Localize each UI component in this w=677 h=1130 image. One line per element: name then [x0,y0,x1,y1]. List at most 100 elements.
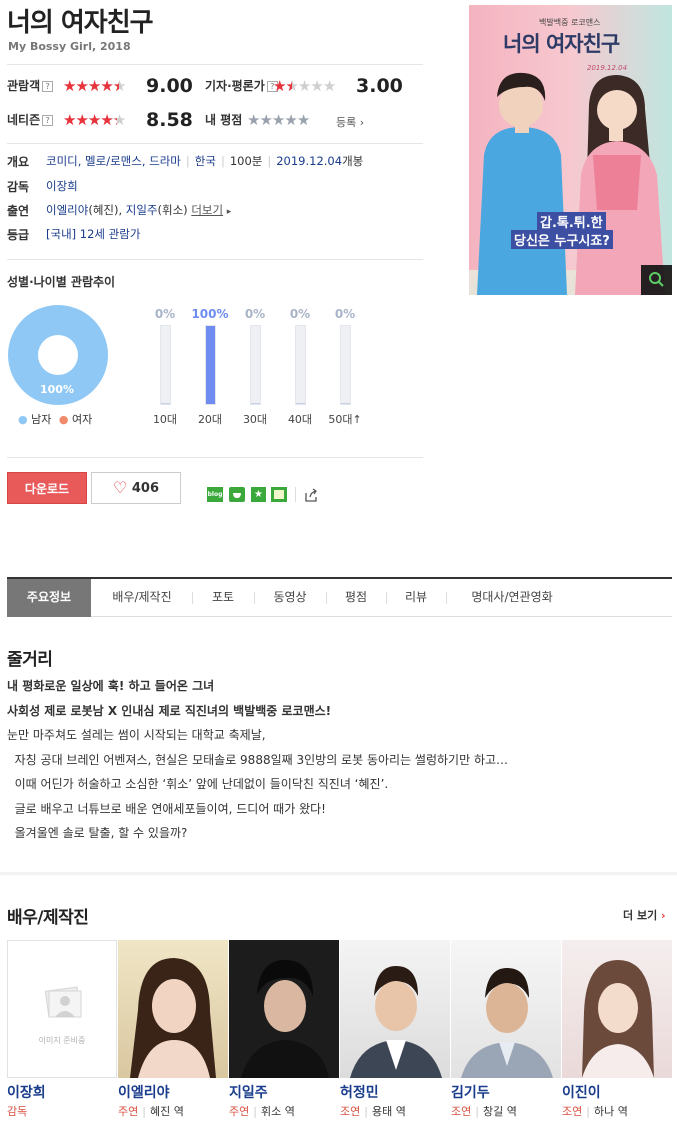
register-rating-link[interactable]: 등록 › [336,114,364,130]
cast-link[interactable]: 지일주 [126,203,158,217]
star-icon: ★★ [112,111,126,129]
synopsis-line: 올겨울엔 솔로 탈출, 할 수 있을까? [7,826,188,840]
placeholder-text: 이미지 준비중 [38,1036,86,1045]
star-icon: ★★ [63,111,76,129]
synopsis-heading: 줄거리 [7,650,53,670]
tab-photo[interactable]: 포토 [193,579,253,617]
star-fill: ★ [87,77,101,95]
tab-rating[interactable]: 평점 [327,579,385,617]
crew-role: 주연 [118,1105,139,1118]
crew-card[interactable]: 이엘리야 주연 | 혜진 역 [118,940,228,1119]
crew-name[interactable]: 이엘리야 [118,1082,228,1102]
help-icon[interactable]: ? [42,81,54,92]
country-link[interactable]: 한국 [195,154,216,168]
crew-card[interactable]: 김기두 조연 | 창길 역 [451,940,561,1119]
divider [7,259,423,260]
crew-name[interactable]: 김기두 [451,1082,561,1102]
star-fill: ★ [285,77,291,95]
caret-right-icon: ▸ [226,207,232,217]
help-icon[interactable]: ? [42,115,54,126]
crew-role-line: 조연 | 하나 역 [562,1105,628,1118]
tab-quotes-related[interactable]: 명대사/연관영화 [447,579,577,617]
star-fill: ★ [63,77,76,95]
genre-link[interactable]: 코미디, 멜로/로맨스, 드라마 [46,154,181,168]
star-icon: ★★ [75,77,88,95]
crew-name[interactable]: 이진이 [562,1082,672,1102]
star-icon[interactable]: ★ [284,111,297,129]
blog-icon[interactable]: blog [207,487,223,502]
crew-role: 조연 [451,1105,472,1118]
cafe-icon[interactable] [229,487,245,502]
age-bar-track [250,325,261,405]
star-icon[interactable]: ★ [272,111,285,129]
share-icon[interactable] [303,487,319,503]
crew-character: 용태 역 [371,1105,406,1118]
crew-role: 조연 [562,1105,583,1118]
star-icon[interactable]: ★ [247,111,260,129]
crew-role-line: 주연 | 혜진 역 [118,1105,184,1118]
runtime: 100분 [229,154,263,168]
tab-cast-crew[interactable]: 배우/제작진 [93,579,191,617]
demographics-title: 성별·나이별 관람추이 [7,275,116,289]
poster-zoom-button[interactable] [641,265,672,295]
synopsis-line: 이때 어딘가 허술하고 소심한 ‘휘소’ 앞에 난데없이 들이닥친 직진녀 ‘혜… [7,777,389,791]
rating-label: 관람객 [7,79,41,93]
crew-photo [229,940,339,1078]
square-shape [274,490,284,499]
star-icon: ★★ [63,77,76,95]
crew-card[interactable]: 허정민 조연 | 용태 역 [340,940,450,1119]
bookmark-icon[interactable]: ★ [251,487,266,502]
like-button[interactable]: ♡ 406 [91,472,181,504]
age-label: 30대 [242,413,268,426]
crew-more-label: 더 보기 [623,909,658,922]
age-percent-label: 100% [191,307,229,321]
star-fill: ★ [63,111,76,129]
me2day-icon[interactable] [271,487,287,502]
divider [7,143,423,144]
legend-male: 남자 [31,413,52,426]
star-icon: ★ [310,77,323,95]
director-label: 감독 [7,180,30,194]
star-icon: ★★ [285,77,298,95]
poster-date: 2019.12.04 [587,64,628,72]
star-icon[interactable]: ★ [259,111,272,129]
star-fill: ★ [273,77,286,95]
cast-more-link[interactable]: 더보기 [191,203,223,217]
cast-link[interactable]: 이엘리야 [46,203,88,217]
movie-subtitle: My Bossy Girl, 2018 [8,40,131,53]
tab-review[interactable]: 리뷰 [387,579,445,617]
crew-role: 감독 [7,1105,28,1118]
crew-name[interactable]: 허정민 [340,1082,450,1102]
movie-poster[interactable]: 백발백중 로코맨스 너의 여자친구 2019.12.04 갑.톡.튀.한 당신은… [469,5,672,295]
synopsis-text: 내 평화로운 일상에 훅! 하고 들어온 그녀 사회성 제로 로봇남 X 인내심… [7,674,508,846]
crew-more-link[interactable]: 더 보기 › [623,907,666,923]
rating-label: 내 평점 [205,113,243,127]
age-bar [341,402,350,404]
cup-shape [233,493,241,498]
crew-name[interactable]: 이장희 [7,1082,117,1102]
crew-card[interactable]: 지일주 주연 | 휘소 역 [229,940,339,1119]
grade-link[interactable]: [국내] 12세 관람가 [46,226,140,242]
legend-dot-female: ● [58,413,69,426]
tab-main-info[interactable]: 주요정보 [7,579,91,617]
crew-card[interactable]: 이미지 준비중 이장희 감독 [7,940,117,1119]
star-icon: ★★ [87,77,101,95]
my-rating-stars[interactable]: ★★★★★ [247,111,310,129]
tab-video[interactable]: 동영상 [255,579,325,617]
age-bar-track [205,325,216,405]
poster-tagline: 백발백중 로코맨스 [539,18,601,27]
release-date-link[interactable]: 2019.12.04 [276,154,342,168]
divider [7,64,423,65]
director-link[interactable]: 이장희 [46,178,78,194]
age-bar-track [295,325,306,405]
register-label: 등록 [336,116,357,129]
star-fill: ★ [113,111,117,129]
crew-card[interactable]: 이진이 조연 | 하나 역 [562,940,672,1119]
rating-netizen: 네티즌? [7,111,54,128]
star-icon[interactable]: ★ [297,111,310,129]
divider [7,457,423,458]
download-button[interactable]: 다운로드 [7,472,87,504]
star-icon: ★ [297,77,311,95]
crew-name[interactable]: 지일주 [229,1082,339,1102]
star-icon: ★★ [112,77,126,95]
